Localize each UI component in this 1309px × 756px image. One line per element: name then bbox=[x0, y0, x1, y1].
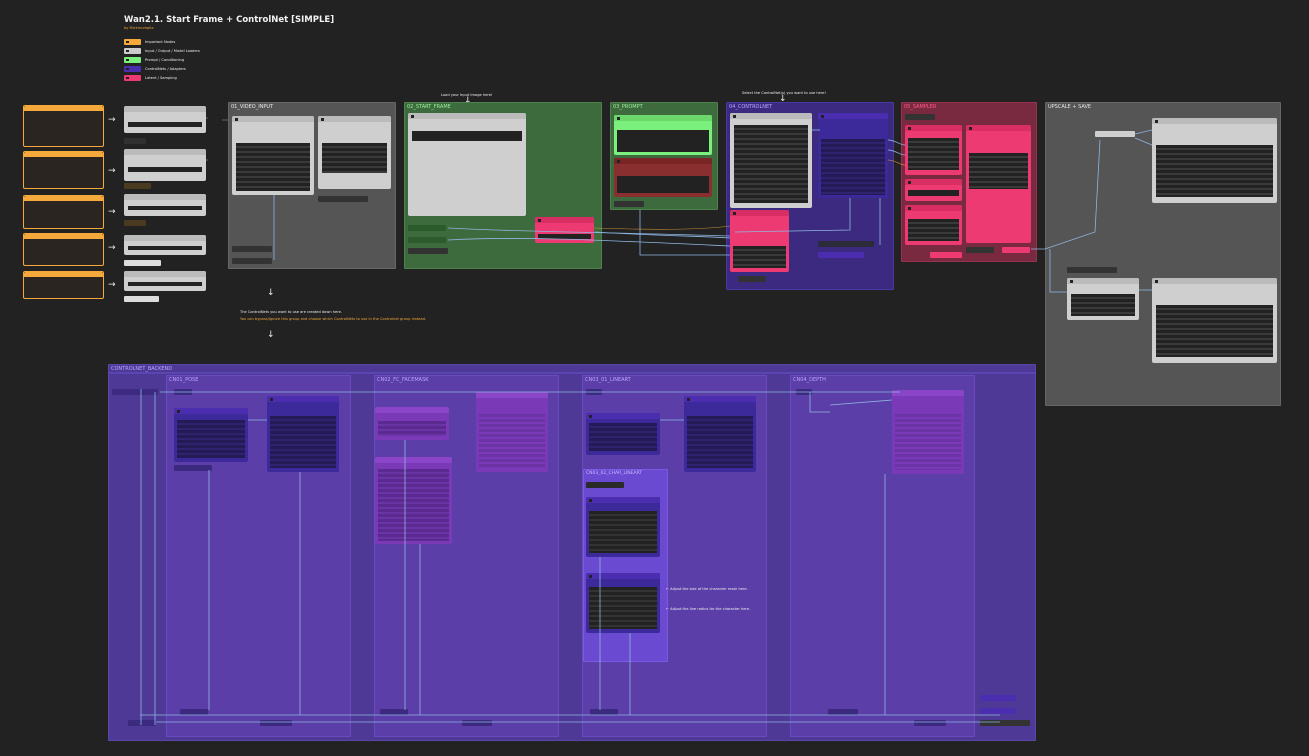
connection-wires bbox=[140, 117, 1153, 725]
